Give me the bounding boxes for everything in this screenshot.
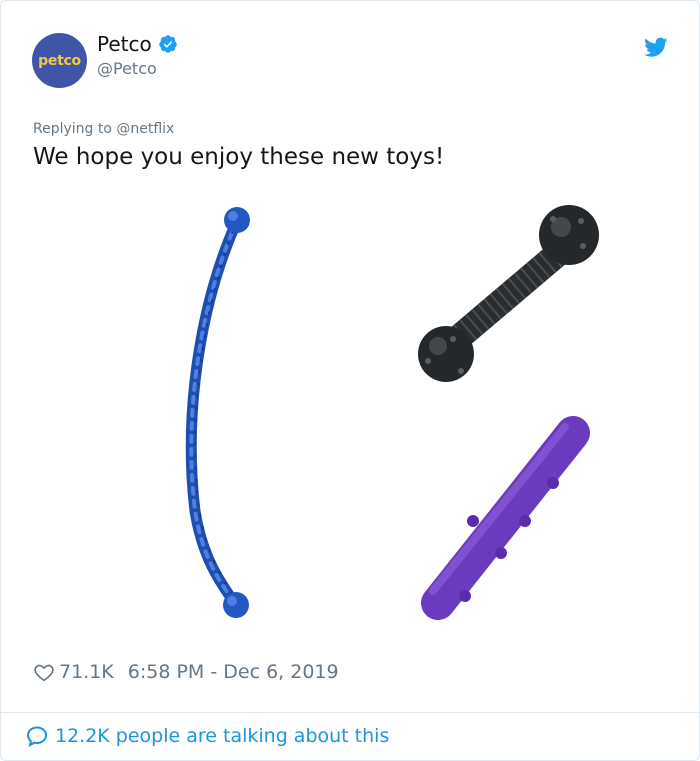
- conversation-link[interactable]: 12.2K people are talking about this: [25, 724, 389, 748]
- speech-bubble-icon: [26, 726, 48, 747]
- verified-badge-icon: [158, 35, 177, 53]
- tweet-photo[interactable]: [33, 191, 669, 631]
- tweet-timestamp[interactable]: 6:58 PM - Dec 6, 2019: [128, 661, 339, 683]
- author-name-row: Petco: [97, 32, 178, 56]
- display-name[interactable]: Petco: [97, 32, 152, 56]
- rope-toy-image: [185, 207, 250, 618]
- reply-context[interactable]: Replying to @netflix: [33, 121, 174, 137]
- footer-divider: [1, 712, 699, 713]
- purple-stick-toy-image: [421, 416, 590, 620]
- avatar[interactable]: petco: [32, 33, 87, 88]
- author-handle[interactable]: @Petco: [97, 59, 157, 78]
- tweet-text: We hope you enjoy these new toys!: [33, 144, 445, 170]
- avatar-logo-text: petco: [38, 52, 81, 69]
- like-count[interactable]: 71.1K: [59, 661, 114, 683]
- conversation-label: 12.2K people are talking about this: [55, 725, 390, 747]
- tweet-card: petco Petco @Petco Replying to @netflix …: [0, 0, 700, 761]
- twitter-bird-icon[interactable]: [644, 35, 668, 59]
- tweet-meta: 71.1K 6:58 PM - Dec 6, 2019: [33, 661, 339, 683]
- heart-icon[interactable]: [33, 661, 55, 683]
- spiky-dumbbell-toy-image: [418, 205, 599, 382]
